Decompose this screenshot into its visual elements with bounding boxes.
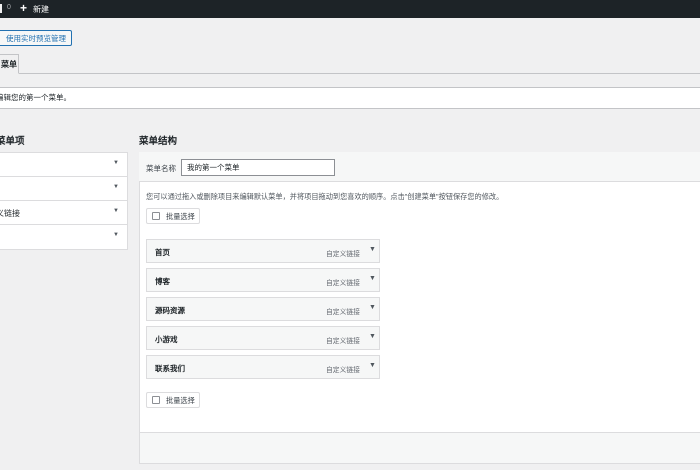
tab-divider xyxy=(0,73,700,74)
caret-down-icon[interactable]: ▼ xyxy=(369,275,376,282)
menu-item-type: 自定义链接 xyxy=(326,309,360,316)
menu-item-title: 联系我们 xyxy=(155,364,185,373)
accordion-section[interactable]: ▼ xyxy=(0,153,127,177)
menu-name-label: 菜单名称 xyxy=(146,164,176,173)
plus-icon[interactable]: + xyxy=(20,1,27,15)
accordion-label: 义链接 xyxy=(0,209,20,218)
menu-structure-title: 菜单结构 xyxy=(139,136,178,147)
checkbox[interactable] xyxy=(152,396,160,404)
add-menu-items-title: 菜单项 xyxy=(0,136,25,147)
menu-item[interactable]: 首页 自定义链接 ▼ xyxy=(146,239,380,263)
caret-down-icon[interactable]: ▼ xyxy=(369,333,376,340)
menu-item-title: 首页 xyxy=(155,248,170,257)
add-menu-items-panel: ▼ ▼ 义链接 ▼ ▼ xyxy=(0,152,128,250)
menu-item-type: 自定义链接 xyxy=(326,251,360,258)
admin-bar: 0 + 新建 xyxy=(0,0,700,18)
bulk-select-label: 批量选择 xyxy=(166,212,195,221)
menu-name-input[interactable]: 我的第一个菜单 xyxy=(181,159,335,176)
comment-count[interactable]: 0 xyxy=(7,4,11,11)
live-preview-button[interactable]: 使用实时预览管理 xyxy=(0,30,72,46)
menu-item-type: 自定义链接 xyxy=(326,338,360,345)
caret-down-icon[interactable]: ▼ xyxy=(369,362,376,369)
comments-icon[interactable] xyxy=(0,4,2,13)
accordion-section-custom-links[interactable]: 义链接 ▼ xyxy=(0,201,127,225)
menu-instructions: 您可以通过拖入或删除项目来编辑默认菜单，并将项目拖动到您喜欢的顺序。点击"创建菜… xyxy=(146,192,504,201)
menu-item-title: 源码资源 xyxy=(155,306,185,315)
menu-item-title: 小游戏 xyxy=(155,335,178,344)
notice-bar: 编辑您的第一个菜单。 xyxy=(0,87,700,109)
checkbox[interactable] xyxy=(152,212,160,220)
bulk-select-button-top[interactable]: 批量选择 xyxy=(146,208,200,224)
bulk-select-button-bottom[interactable]: 批量选择 xyxy=(146,392,200,408)
bulk-select-label: 批量选择 xyxy=(166,396,195,405)
menu-item[interactable]: 源码资源 自定义链接 ▼ xyxy=(146,297,380,321)
caret-down-icon[interactable]: ▼ xyxy=(369,304,376,311)
menu-footer-bar xyxy=(140,432,700,463)
new-link[interactable]: 新建 xyxy=(33,4,49,15)
caret-down-icon[interactable]: ▼ xyxy=(113,232,119,238)
caret-down-icon[interactable]: ▼ xyxy=(113,160,119,166)
caret-down-icon[interactable]: ▼ xyxy=(113,184,119,190)
menu-item-type: 自定义链接 xyxy=(326,280,360,287)
menu-item-title: 博客 xyxy=(155,277,170,286)
menu-item-type: 自定义链接 xyxy=(326,367,360,374)
caret-down-icon[interactable]: ▼ xyxy=(113,208,119,214)
accordion-section[interactable]: ▼ xyxy=(0,225,127,249)
notice-text: 编辑您的第一个菜单。 xyxy=(0,93,71,102)
menu-item[interactable]: 小游戏 自定义链接 ▼ xyxy=(146,326,380,350)
caret-down-icon[interactable]: ▼ xyxy=(369,246,376,253)
accordion-section[interactable]: ▼ xyxy=(0,177,127,201)
menu-item[interactable]: 博客 自定义链接 ▼ xyxy=(146,268,380,292)
menu-item[interactable]: 联系我们 自定义链接 ▼ xyxy=(146,355,380,379)
tab-edit-menus[interactable]: 菜单 xyxy=(0,54,19,74)
